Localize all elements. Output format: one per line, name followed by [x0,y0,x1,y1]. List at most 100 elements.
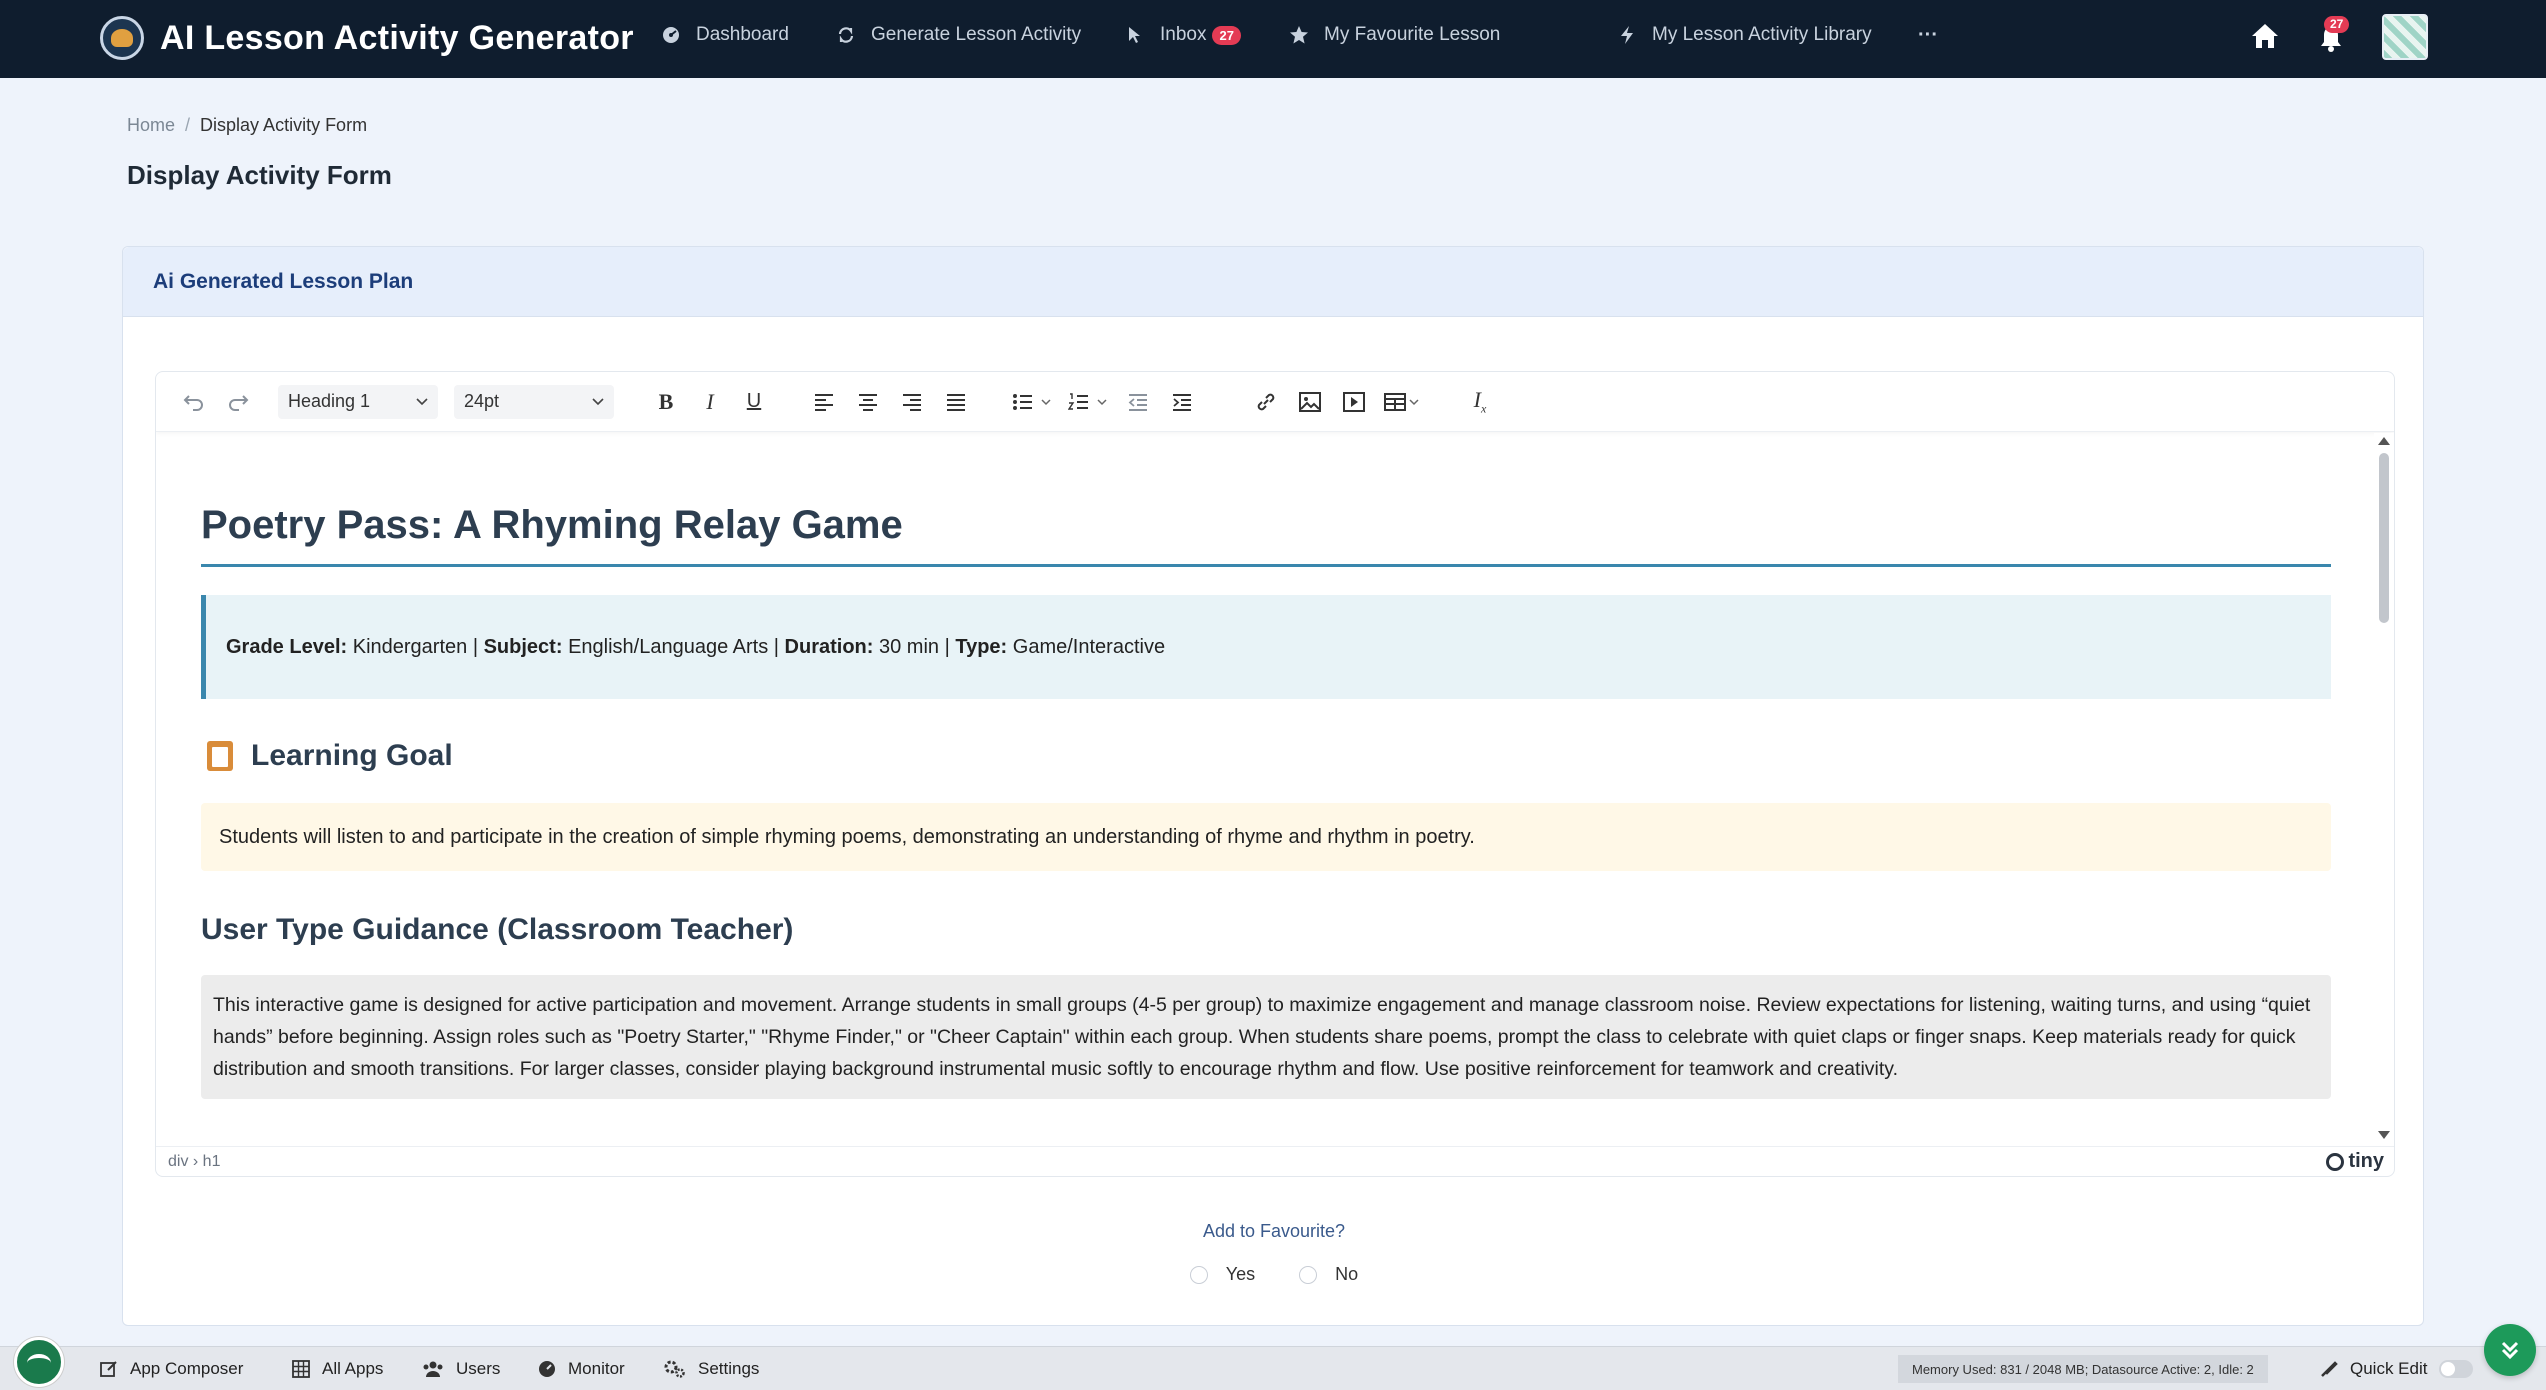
lesson-meta: Grade Level: Kindergarten | Subject: Eng… [201,595,2331,699]
insert-media-button[interactable] [1336,384,1372,420]
scroll-up-arrow-icon[interactable] [2378,437,2390,445]
align-center-icon [859,393,877,411]
pointer-icon [1124,24,1146,46]
users-button[interactable]: Users [422,1359,500,1379]
align-left-button[interactable] [806,384,842,420]
more-menu-button[interactable]: ··· [1918,24,1938,47]
block-format-select[interactable]: Heading 1 [278,384,438,419]
table-icon [1384,392,1419,411]
quick-edit-label: Quick Edit [2350,1359,2428,1378]
subject-value: English/Language Arts [568,635,769,658]
guidance-heading: User Type Guidance (Classroom Teacher) [201,913,794,946]
meta-divider: | [773,635,779,658]
brush-icon [2320,1360,2338,1378]
bold-button[interactable]: B [648,384,684,420]
align-justify-button[interactable] [938,384,974,420]
learning-goal-text: Students will listen to and participate … [201,803,2331,871]
align-center-button[interactable] [850,384,886,420]
monitor-button[interactable]: Monitor [538,1359,625,1379]
grid-icon [292,1360,310,1378]
tiny-logo-icon [2326,1152,2345,1171]
nav-item-inbox[interactable]: Inbox 27 [1124,24,1241,46]
editor-content[interactable]: Poetry Pass: A Rhyming Relay Game Grade … [156,433,2376,1143]
favourite-yes-radio[interactable]: Yes [1189,1264,1255,1285]
nav-label: My Lesson Activity Library [1652,24,1872,45]
underline-icon: U [746,390,762,412]
favourite-no-radio[interactable]: No [1299,1264,1358,1285]
home-button[interactable] [2250,22,2280,55]
chevron-down-icon [592,397,604,405]
quick-edit-switch[interactable] [2439,1360,2474,1378]
nav-item-generate-lesson-activity[interactable]: Generate Lesson Activity [835,24,1081,46]
star-icon [1288,24,1310,46]
quick-edit-toggle[interactable]: Quick Edit [2320,1359,2474,1379]
user-avatar[interactable] [2382,14,2428,60]
app-logo-icon [100,16,144,60]
notifications-button[interactable]: 27 [2318,16,2350,52]
card-title: Ai Generated Lesson Plan [123,247,2423,317]
favourite-label: Add to Favourite? [1202,1221,1346,1241]
nav-item-dashboard[interactable]: Dashboard [660,24,789,46]
italic-button[interactable]: I [692,384,728,420]
font-size-select[interactable]: 24pt [454,384,614,419]
page-title: Display Activity Form [127,160,392,190]
app-title: AI Lesson Activity Generator [160,18,634,57]
duration-label: Duration: [784,635,874,658]
nav-item-my-lesson-activity-library[interactable]: My Lesson Activity Library [1616,24,1872,46]
indent-icon [1173,393,1191,411]
app-composer-button[interactable]: App Composer [100,1359,243,1379]
inbox-badge: 27 [1212,25,1241,45]
users-icon [422,1360,444,1378]
guidance-text: This interactive game is designed for ac… [201,975,2331,1099]
insert-image-button[interactable] [1292,384,1328,420]
bottom-toolbar: App Composer All Apps Users Monitor Sett… [0,1337,2546,1390]
clear-formatting-button[interactable]: Ix [1462,384,1498,420]
radio-circle[interactable] [1189,1265,1208,1284]
nav-label: Dashboard [696,24,789,45]
insert-link-button[interactable] [1248,384,1284,420]
redo-button[interactable] [220,384,256,420]
bullet-list-button[interactable] [1008,384,1056,420]
scroll-down-fab[interactable] [2484,1324,2536,1376]
brand[interactable]: AI Lesson Activity Generator [100,16,634,60]
indent-button[interactable] [1164,384,1200,420]
favourite-section: Add to Favourite? Yes No [123,1221,2425,1285]
top-navbar: AI Lesson Activity Generator Dashboard G… [0,0,2546,78]
insert-table-button[interactable] [1380,384,1428,420]
meta-divider: | [944,635,950,658]
bb-label: App Composer [130,1359,244,1378]
breadcrumb-current: Display Activity Form [200,115,368,135]
media-icon [1343,391,1365,412]
tiny-brand[interactable]: tiny [2326,1150,2384,1173]
clear-formatting-icon: Ix [1473,386,1487,416]
favourite-options: Yes No [123,1264,2425,1285]
type-value: Game/Interactive [1012,635,1166,658]
platform-logo-icon[interactable] [14,1337,64,1387]
scroll-down-arrow-icon[interactable] [2378,1131,2390,1139]
numbered-list-button[interactable] [1064,384,1112,420]
bolt-icon [1616,24,1638,46]
lesson-plan-card: Ai Generated Lesson Plan Heading 1 24pt … [122,246,2424,1326]
editor-scrollbar[interactable] [2374,433,2394,1143]
type-label: Type: [955,635,1008,658]
breadcrumb-home[interactable]: Home [127,115,175,135]
numbered-list-icon [1068,392,1107,410]
home-icon [2252,24,2278,48]
bb-label: All Apps [322,1359,384,1378]
align-right-button[interactable] [894,384,930,420]
nav-item-my-favourite-lesson[interactable]: My Favourite Lesson [1288,24,1500,46]
element-path[interactable]: div › h1 [168,1153,220,1171]
chevron-down-icon [416,397,428,405]
radio-circle[interactable] [1299,1265,1318,1284]
edit-icon [100,1360,118,1378]
bullet-list-icon [1013,393,1051,410]
scrollbar-thumb[interactable] [2379,453,2389,623]
outdent-button[interactable] [1120,384,1156,420]
underline-button[interactable]: U [736,384,772,420]
undo-button[interactable] [176,384,212,420]
nav-label: My Favourite Lesson [1324,24,1501,45]
all-apps-button[interactable]: All Apps [292,1359,383,1379]
settings-button[interactable]: Settings [664,1359,759,1379]
refresh-icon [835,24,857,46]
notification-badge: 27 [2324,16,2350,33]
